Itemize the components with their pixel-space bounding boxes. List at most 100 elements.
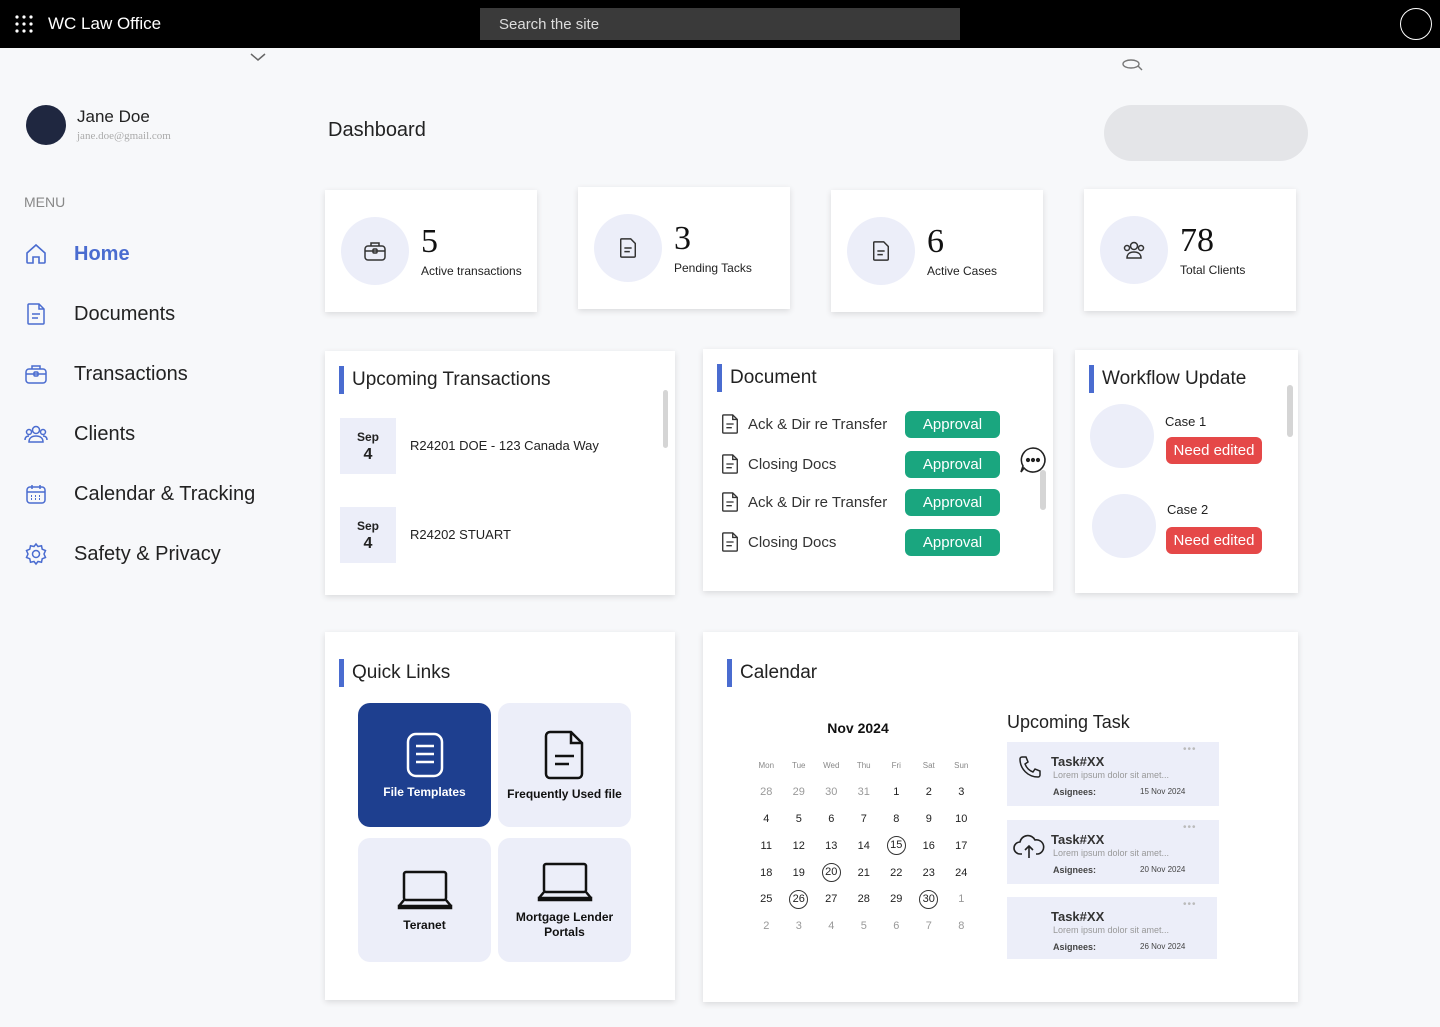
transaction-item[interactable]: R24201 DOE - 123 Canada Way [410,438,599,453]
stat-card-clients[interactable]: 78 Total Clients [1084,189,1296,311]
approval-button[interactable]: Approval [905,528,1000,556]
scrollbar[interactable] [663,390,668,448]
calendar-day[interactable]: 7 [848,813,881,825]
calendar-day[interactable]: 13 [815,840,848,852]
date-badge: Sep 4 [340,507,396,563]
calendar-day[interactable]: 17 [945,840,978,852]
chevron-down-icon[interactable] [249,51,267,63]
profile-avatar[interactable] [1400,8,1432,40]
task-assignees-label: Asignees: [1053,865,1097,875]
calendar-day[interactable]: 10 [945,813,978,825]
calendar-day-highlighted[interactable]: 15 [880,836,913,856]
task-card[interactable]: Task#XX Lorem ipsum dolor sit amet... As… [1007,742,1219,806]
calendar-day[interactable]: 3 [945,786,978,798]
calendar-day-highlighted[interactable]: 20 [815,863,848,883]
document-row[interactable]: Closing Docs Approval [720,528,1000,556]
stat-label: Total Clients [1180,263,1246,277]
task-card[interactable]: Task#XX Lorem ipsum dolor sit amet... As… [1007,820,1219,884]
calendar-day[interactable]: 28 [848,893,881,905]
need-edited-badge[interactable]: Need edited [1166,527,1262,554]
quick-link-teranet[interactable]: Teranet [358,838,491,962]
calendar-day[interactable]: 18 [750,867,783,879]
approval-button[interactable]: Approval [905,488,1000,516]
calendar-day[interactable]: 22 [880,867,913,879]
stat-card-cases[interactable]: 6 Active Cases [831,190,1043,312]
scrollbar[interactable] [1040,470,1046,510]
weekday-label: Tue [792,760,806,770]
calendar-day[interactable]: 23 [913,867,946,879]
calendar-day[interactable]: 7 [913,920,946,932]
task-desc: Lorem ipsum dolor sit amet... [1053,925,1170,935]
calendar-day[interactable]: 9 [913,813,946,825]
calendar-day[interactable]: 28 [750,786,783,798]
header-action-button[interactable] [1104,105,1308,161]
calendar-day[interactable]: 4 [750,813,783,825]
calendar-day[interactable]: 1 [880,786,913,798]
search-input[interactable]: Search the site [480,8,960,40]
calendar-day[interactable]: 3 [783,920,816,932]
calendar-day[interactable]: 29 [783,786,816,798]
calendar-day[interactable]: 5 [783,813,816,825]
calendar-day[interactable]: 14 [848,840,881,852]
calendar-day[interactable]: 8 [945,920,978,932]
task-title: Task#XX [1051,754,1105,769]
calendar-day-highlighted[interactable]: 30 [913,889,946,909]
stat-value: 3 [674,220,691,257]
calendar-day[interactable]: 2 [750,920,783,932]
users-icon [22,420,50,448]
calendar-day[interactable]: 12 [783,840,816,852]
calendar-day[interactable]: 11 [750,840,783,852]
transaction-item[interactable]: R24202 STUART [410,527,511,542]
calendar-day[interactable]: 29 [880,893,913,905]
calendar-weekday-row: Mon Tue Wed Thu Fri Sat Sun [750,752,978,779]
approval-button[interactable]: Approval [905,410,1000,438]
upcoming-task-title: Upcoming Task [1007,712,1130,732]
calendar-day[interactable]: 27 [815,893,848,905]
calendar-day[interactable]: 6 [815,813,848,825]
sidebar-item-safety[interactable]: Safety & Privacy [22,534,302,574]
calendar-day[interactable]: 6 [880,920,913,932]
sidebar-item-transactions[interactable]: Transactions [22,354,302,394]
document-row[interactable]: Ack & Dir re Transfer Approval [720,488,1000,516]
case-label: Case 2 [1167,502,1209,517]
document-row[interactable]: Closing Docs Approval [720,450,1000,478]
scrollbar[interactable] [1287,385,1293,437]
calendar-day[interactable]: 16 [913,840,946,852]
stat-card-transactions[interactable]: 5 Active transactions [325,190,537,312]
weekday-label: Mon [758,760,775,770]
need-edited-badge[interactable]: Need edited [1166,437,1262,464]
quick-link-file-templates[interactable]: File Templates [358,703,491,827]
calendar-day[interactable]: 30 [815,786,848,798]
sidebar-item-clients[interactable]: Clients [22,414,302,454]
approval-button[interactable]: Approval [905,450,1000,478]
sidebar-item-home[interactable]: Home [22,234,302,274]
quick-link-frequent-files[interactable]: Frequently Used file [498,703,631,827]
task-date: 26 Nov 2024 [1140,942,1186,951]
task-card[interactable]: Task#XX Lorem ipsum dolor sit amet... As… [1007,897,1217,959]
document-icon [847,217,915,285]
calendar-day[interactable]: 21 [848,867,881,879]
calendar-day[interactable]: 1 [945,893,978,905]
search-icon[interactable] [1121,58,1143,72]
calendar-day[interactable]: 5 [848,920,881,932]
calendar-day[interactable]: 4 [815,920,848,932]
sidebar-item-calendar[interactable]: Calendar & Tracking [22,474,302,514]
user-avatar[interactable] [26,105,66,145]
calendar-month[interactable]: Nov 2024 [721,720,995,736]
calendar-day[interactable]: 24 [945,867,978,879]
laptop-icon [397,868,453,912]
more-icon[interactable]: ••• [1183,822,1197,833]
more-icon[interactable]: ••• [1183,899,1197,910]
app-launcher-icon[interactable] [15,15,33,33]
stat-card-tasks[interactable]: 3 Pending Tacks [578,187,790,309]
calendar-day[interactable]: 19 [783,867,816,879]
calendar-day[interactable]: 31 [848,786,881,798]
calendar-day[interactable]: 8 [880,813,913,825]
calendar-day[interactable]: 25 [750,893,783,905]
calendar-day-highlighted[interactable]: 26 [783,889,816,909]
more-icon[interactable]: ••• [1183,744,1197,755]
sidebar-item-documents[interactable]: Documents [22,294,302,334]
calendar-day[interactable]: 2 [913,786,946,798]
quick-link-mortgage-portals[interactable]: Mortgage Lender Portals [498,838,631,962]
document-row[interactable]: Ack & Dir re Transfer Approval [720,410,1000,438]
